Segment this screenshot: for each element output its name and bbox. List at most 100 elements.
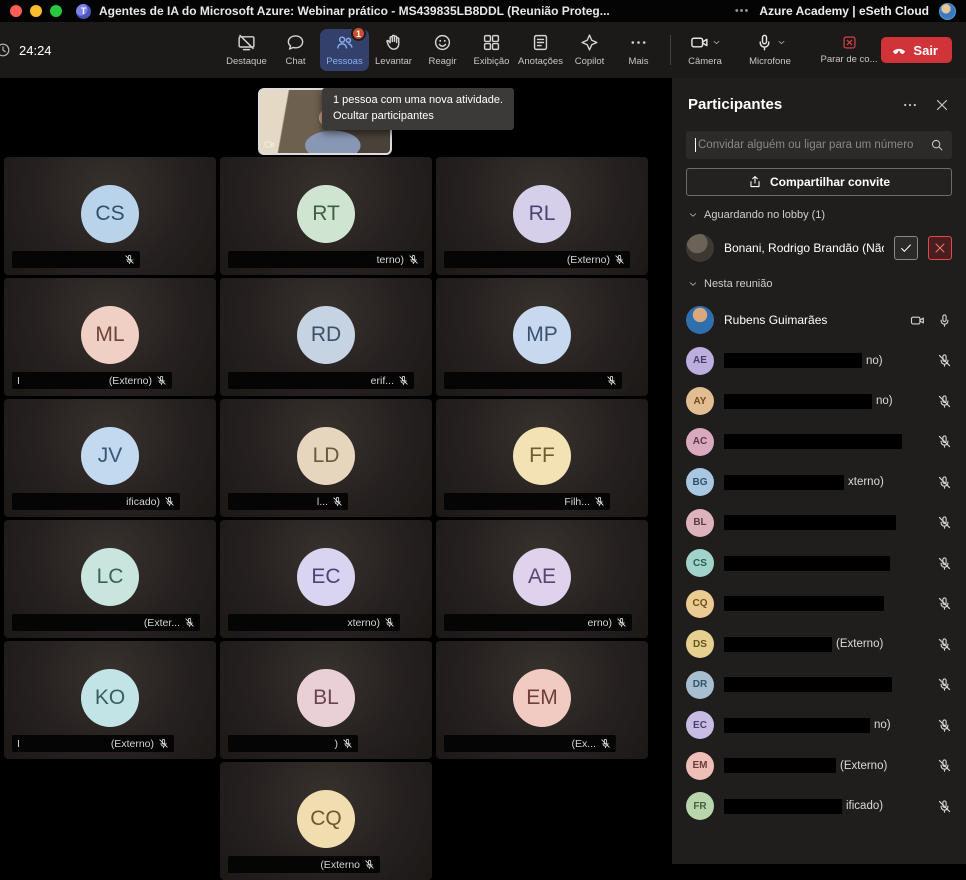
participant-row[interactable]: ECno) — [672, 705, 966, 746]
mic-off-icon[interactable] — [937, 799, 952, 814]
tile-avatar: LC — [81, 548, 139, 606]
participant-status-icons — [937, 677, 952, 692]
menubar-overflow-icon[interactable]: ••• — [735, 5, 750, 17]
participant-row[interactable]: CQ — [672, 584, 966, 625]
window-title: Agentes de IA do Microsoft Azure: Webina… — [99, 4, 610, 18]
redacted-name — [724, 677, 892, 692]
toolbar-button-copilot[interactable]: Copilot — [565, 22, 614, 78]
camera-button[interactable]: Câmera — [682, 22, 728, 78]
tile-name-bar: (Ex... — [444, 735, 616, 752]
mic-off-icon[interactable] — [937, 758, 952, 773]
toolbar-button-chat[interactable]: Chat — [271, 22, 320, 78]
share-invite-button[interactable]: Compartilhar convite — [686, 168, 952, 196]
video-tile-ml[interactable]: MLI(Externo) — [4, 278, 216, 396]
video-tile-rl[interactable]: RL(Externo) — [436, 157, 648, 275]
mic-off-icon[interactable] — [937, 718, 952, 733]
video-tile-rd[interactable]: RDerif... — [220, 278, 432, 396]
mic-off-icon[interactable] — [937, 434, 952, 449]
video-tile-ko[interactable]: KOI(Externo) — [4, 641, 216, 759]
toolbar-button-mais[interactable]: Mais — [614, 22, 663, 78]
toolbar-button-anotacoes[interactable]: Anotações — [516, 22, 565, 78]
video-tile-em[interactable]: EM(Ex... — [436, 641, 648, 759]
mic-icon[interactable] — [937, 313, 952, 328]
participant-name: Rubens Guimarães — [724, 313, 827, 327]
tile-name-bar: l... — [228, 493, 348, 510]
participant-row[interactable]: AYno) — [672, 381, 966, 422]
participant-row[interactable]: AC — [672, 422, 966, 463]
participant-avatar: AY — [686, 387, 714, 415]
close-window-button[interactable] — [10, 5, 22, 17]
tile-name-suffix: (Externo) — [109, 375, 152, 387]
hide-participants-link[interactable]: Ocultar participantes — [333, 109, 503, 125]
toolbar-button-exibicao[interactable]: Exibição — [467, 22, 516, 78]
video-tile-jv[interactable]: JVificado) — [4, 399, 216, 517]
stop-sharing-icon — [842, 35, 857, 50]
account-avatar[interactable] — [939, 3, 956, 20]
toolbar-button-levantar[interactable]: Levantar — [369, 22, 418, 78]
participant-status-icons — [937, 596, 952, 611]
stop-sharing-label: Parar de co... — [820, 54, 877, 65]
chevron-down-icon — [688, 210, 698, 220]
mic-off-icon[interactable] — [937, 515, 952, 530]
participant-row[interactable]: BL — [672, 503, 966, 544]
video-tile-ff[interactable]: FFFilh... — [436, 399, 648, 517]
participant-row[interactable]: BGxterno) — [672, 462, 966, 503]
camera-chevron-down-icon[interactable] — [712, 38, 721, 47]
video-tile-ld[interactable]: LDl... — [220, 399, 432, 517]
mic-off-icon[interactable] — [937, 677, 952, 692]
invite-search-box[interactable] — [686, 131, 952, 159]
tile-name-suffix: xterno) — [347, 617, 380, 629]
video-tile-lc[interactable]: LC(Exter... — [4, 520, 216, 638]
mic-off-icon — [158, 738, 169, 749]
activity-notification: 1 pessoa com uma nova atividade. Ocultar… — [322, 88, 514, 130]
video-tile-rt[interactable]: RTterno) — [220, 157, 432, 275]
participant-row[interactable]: DR — [672, 665, 966, 706]
toolbar-button-label: Levantar — [375, 56, 412, 67]
microphone-button[interactable]: Microfone — [742, 22, 798, 78]
search-input[interactable] — [694, 139, 930, 151]
stop-sharing-button[interactable]: Parar de co... — [816, 22, 882, 78]
tile-avatar: RD — [297, 306, 355, 364]
mic-off-icon[interactable] — [937, 556, 952, 571]
mic-off-icon[interactable] — [937, 596, 952, 611]
mic-off-icon[interactable] — [937, 353, 952, 368]
toolbar-button-pessoas[interactable]: Pessoas1 — [320, 29, 369, 71]
mic-off-icon[interactable] — [937, 475, 952, 490]
toolbar-button-destaque[interactable]: Destaque — [222, 22, 271, 78]
in-meeting-section-header[interactable]: Nesta reunião — [688, 278, 950, 290]
participant-row[interactable]: AEno) — [672, 341, 966, 382]
minimize-window-button[interactable] — [30, 5, 42, 17]
panel-more-icon[interactable] — [902, 97, 918, 113]
video-tile-cq[interactable]: CQ(Externo — [220, 762, 432, 880]
admit-button[interactable] — [894, 236, 918, 260]
participant-row[interactable]: CS — [672, 543, 966, 584]
teams-app-icon: T — [76, 4, 91, 19]
tile-avatar: FF — [513, 427, 571, 485]
panel-close-icon[interactable] — [934, 97, 950, 113]
lobby-section-header[interactable]: Aguardando no lobby (1) — [688, 209, 950, 221]
microphone-chevron-down-icon[interactable] — [777, 38, 786, 47]
video-tile-cs[interactable]: CS — [4, 157, 216, 275]
grid-icon — [482, 33, 501, 52]
lobby-participant-name: Bonani, Rodrigo Brandão (Não... — [724, 241, 884, 255]
account-name[interactable]: Azure Academy | eSeth Cloud — [759, 4, 929, 18]
participant-name-area — [724, 556, 927, 571]
video-tile-ec[interactable]: ECxterno) — [220, 520, 432, 638]
mic-off-icon[interactable] — [937, 394, 952, 409]
participant-row[interactable]: EM(Externo) — [672, 746, 966, 787]
video-tile-mp[interactable]: MP — [436, 278, 648, 396]
participant-row[interactable]: Rubens Guimarães — [672, 300, 966, 341]
video-tile-ae[interactable]: AEerno) — [436, 520, 648, 638]
deny-button[interactable] — [928, 236, 952, 260]
mic-off-icon[interactable] — [937, 637, 952, 652]
toolbar-divider — [670, 35, 671, 65]
video-tile-bl[interactable]: BL) — [220, 641, 432, 759]
zoom-window-button[interactable] — [50, 5, 62, 17]
toolbar-button-reagir[interactable]: Reagir — [418, 22, 467, 78]
participant-name-area: (Externo) — [724, 637, 927, 652]
camera-icon[interactable] — [910, 313, 925, 328]
tile-name-suffix: (Externo — [320, 859, 360, 871]
participant-row[interactable]: FRificado) — [672, 786, 966, 827]
leave-button[interactable]: Sair — [881, 37, 952, 63]
participant-row[interactable]: DS(Externo) — [672, 624, 966, 665]
